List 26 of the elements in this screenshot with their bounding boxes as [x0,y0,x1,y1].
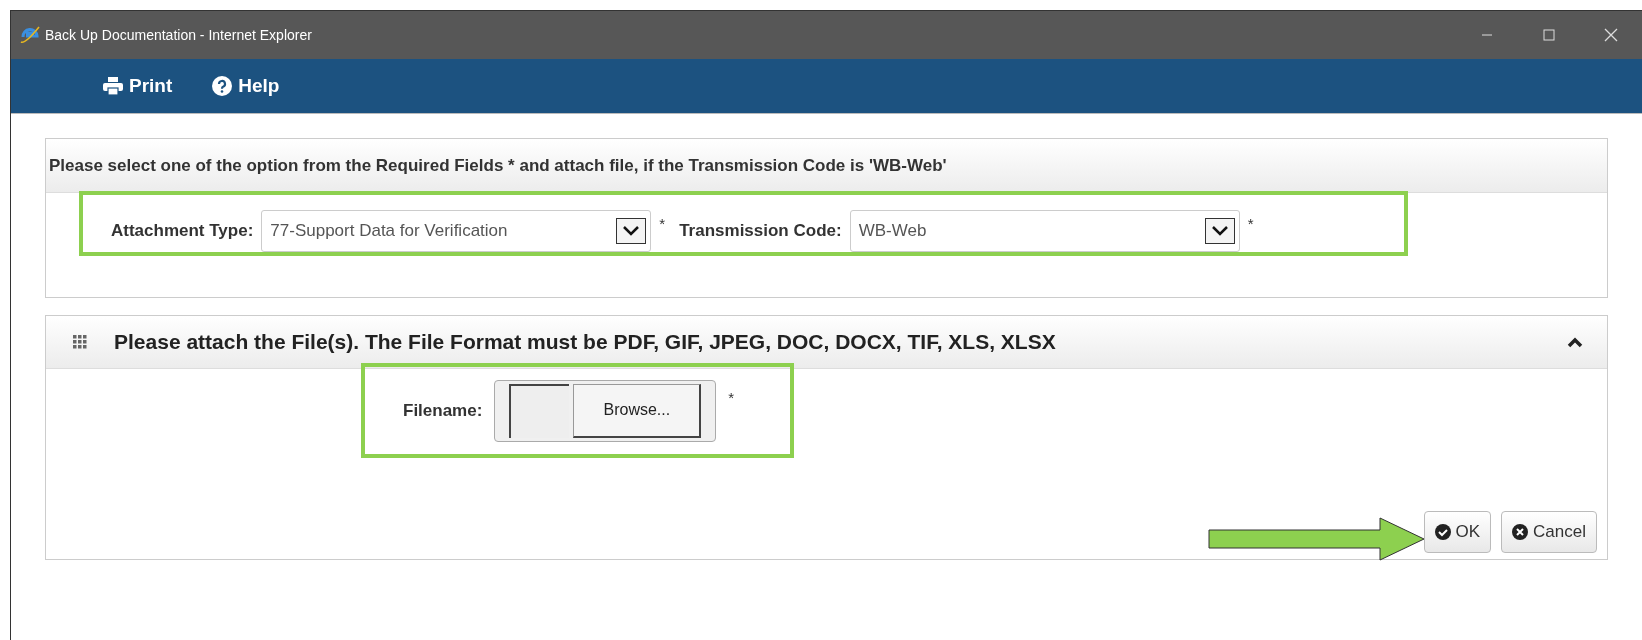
required-mark: * [659,214,666,234]
cancel-icon [1512,524,1529,540]
required-mark: * [1247,214,1254,234]
close-icon [1604,28,1618,42]
print-link[interactable]: Print [103,71,173,101]
file-input[interactable]: Browse... [494,379,717,442]
field-label: Filename: [403,399,483,422]
dropdown-field[interactable]: WB-Web [849,209,1240,252]
window-title: Back Up Documentation - Internet Explorer [45,25,312,45]
collapse-icon[interactable] [1567,336,1583,348]
panel-title: Please attach the File(s). The File Format must be PDF, GIF, JPEG, DOC, DOCX, TIF, XLS, XLSX [114,329,1056,356]
help-link[interactable]: Help [212,71,280,101]
dropdown-field[interactable]: 77-Support Data for Verification [261,209,652,252]
maximize-icon [1543,29,1555,41]
required-mark: * [728,388,735,408]
browse-button[interactable]: Browse... [573,383,702,438]
check-icon [1434,524,1451,540]
browser-icon [19,24,41,46]
ok-button[interactable]: OK [1423,511,1492,553]
printer-icon [103,77,123,95]
cancel-button[interactable]: Cancel [1501,511,1597,553]
field-label: Attachment Type: [111,219,254,242]
help-icon [212,76,233,96]
field-label: Transmission Code: [679,219,842,242]
instruction-text: Please select one of the option from the Required Fields * and attach file, if the Transmission Code is 'WB-Web' [49,154,947,177]
grid-icon [73,335,87,349]
